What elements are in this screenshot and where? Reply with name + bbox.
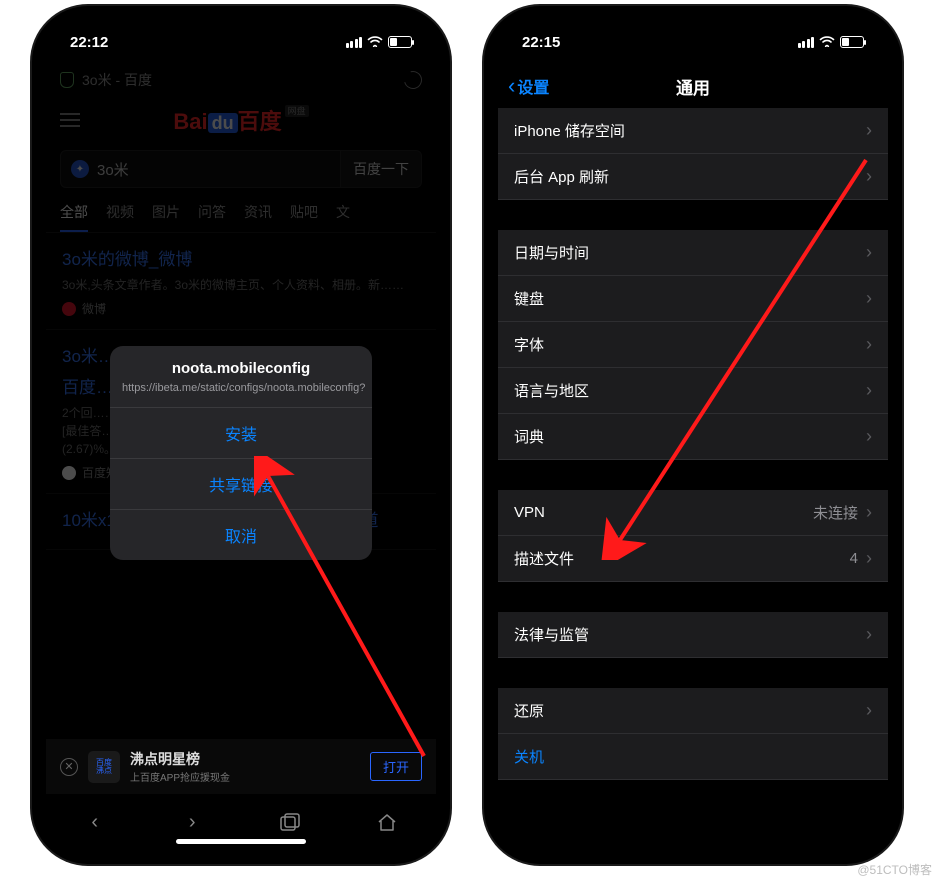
hamburger-icon[interactable] [60,113,80,127]
zhidao-icon [62,466,76,480]
chevron-right-icon: › [866,334,872,355]
chevron-right-icon: › [866,288,872,309]
cell-language-region[interactable]: 语言与地区 › [498,368,888,414]
search-row: ✦ 3o米 百度一下 [46,144,436,194]
tab-more[interactable]: 文 [336,202,350,232]
section-gap [498,200,888,230]
cell-vpn[interactable]: VPN 未连接› [498,490,888,536]
url-text[interactable]: 3o米 - 百度 [82,70,396,90]
watermark: @51CTO博客 [857,861,932,878]
chevron-right-icon: › [866,700,872,721]
chevron-right-icon: › [866,120,872,141]
tab-news[interactable]: 资讯 [244,202,272,232]
section-gap [498,658,888,688]
cell-dictionary[interactable]: 词典 › [498,414,888,460]
status-time: 22:12 [70,34,108,51]
search-input[interactable]: ✦ 3o米 [60,150,341,188]
chevron-right-icon: › [866,624,872,645]
page-title: 通用 [676,74,710,99]
chevron-right-icon: › [866,242,872,263]
app-icon: 百度 沸点 [88,751,120,783]
paw-icon: ✦ [71,160,89,178]
tab-all[interactable]: 全部 [60,202,88,232]
battery-icon [388,36,412,48]
phone-left: 22:12 3o米 - 百度 Baidu百度网盘 ✦ [32,6,450,864]
nav-back-icon[interactable]: ‹ [84,811,106,833]
tab-image[interactable]: 图片 [152,202,180,232]
battery-icon [840,36,864,48]
close-icon[interactable]: ✕ [60,758,78,776]
baidu-logo[interactable]: Baidu百度网盘 [80,104,402,136]
wifi-icon [819,34,835,51]
reload-icon[interactable] [401,68,426,93]
cell-shutdown[interactable]: 关机 › [498,734,888,780]
cell-legal[interactable]: 法律与监管 › [498,612,888,658]
install-button[interactable]: 安装 [110,408,372,459]
open-button[interactable]: 打开 [370,752,422,781]
cell-profile[interactable]: 描述文件 4› [498,536,888,582]
section-gap [498,460,888,490]
status-right [346,34,413,51]
cell-fonts[interactable]: 字体 › [498,322,888,368]
nav-back-button[interactable]: ‹ 设置 [508,74,549,98]
nav-forward-icon[interactable]: › [181,811,203,833]
status-right [798,34,865,51]
signal-icon [798,37,815,48]
screen-left: 22:12 3o米 - 百度 Baidu百度网盘 ✦ [46,20,436,850]
screen-right: 22:15 ‹ 设置 通用 iPhone 储存空间 › 后台 App 刷 [498,20,888,850]
wifi-icon [367,34,383,51]
phone-right: 22:15 ‹ 设置 通用 iPhone 储存空间 › 后台 App 刷 [484,6,902,864]
cell-background-refresh[interactable]: 后台 App 刷新 › [498,154,888,200]
tab-tieba[interactable]: 贴吧 [290,202,318,232]
settings-list: iPhone 储存空间 › 后台 App 刷新 › 日期与时间 › 键盘 › 字… [498,108,888,780]
app-banner: ✕ 百度 沸点 沸点明星榜 上百度APP抢应援现金 打开 [46,739,436,794]
shield-icon [60,72,74,88]
search-button[interactable]: 百度一下 [341,150,422,188]
cell-reset[interactable]: 还原 › [498,688,888,734]
browser-url-bar: 3o米 - 百度 [46,64,436,96]
notch [598,20,788,48]
nav-tabs-icon[interactable] [279,811,301,833]
chevron-right-icon: › [866,380,872,401]
cancel-button[interactable]: 取消 [110,510,372,560]
page-header: Baidu百度网盘 [46,96,436,144]
nav-home-icon[interactable] [376,811,398,833]
sheet-header: noota.mobileconfig https://ibeta.me/stat… [110,346,372,408]
section-gap [498,582,888,612]
cell-storage[interactable]: iPhone 储存空间 › [498,108,888,154]
signal-icon [346,37,363,48]
sheet-title: noota.mobileconfig [122,360,360,377]
search-result-1[interactable]: 3o米的微博_微博 3o米,头条文章作者。3o米的微博主页、个人资料、相册。新…… [46,233,436,330]
chevron-left-icon: ‹ [508,75,515,97]
notch [146,20,336,48]
chevron-right-icon: › [866,426,872,447]
chevron-right-icon: › [866,548,872,569]
result-tabs: 全部 视频 图片 问答 资讯 贴吧 文 [46,194,436,233]
search-value: 3o米 [97,159,129,180]
chevron-right-icon: › [866,166,872,187]
download-sheet: noota.mobileconfig https://ibeta.me/stat… [110,346,372,560]
result-meta: 3o米,头条文章作者。3o米的微博主页、个人资料、相册。新…… [62,276,420,294]
cell-date-time[interactable]: 日期与时间 › [498,230,888,276]
home-indicator[interactable] [176,839,306,844]
sheet-url: https://ibeta.me/static/configs/noota.mo… [122,381,360,395]
result-title: 3o米的微博_微博 [62,245,420,270]
status-time: 22:15 [522,34,560,51]
share-button[interactable]: 共享链接 [110,459,372,510]
nav-header: ‹ 设置 通用 [498,64,888,108]
tab-qa[interactable]: 问答 [198,202,226,232]
result-source: 微博 [62,300,420,317]
tab-video[interactable]: 视频 [106,202,134,232]
chevron-right-icon: › [866,502,872,523]
cell-keyboard[interactable]: 键盘 › [498,276,888,322]
weibo-icon [62,302,76,316]
banner-text: 沸点明星榜 上百度APP抢应援现金 [130,749,360,784]
